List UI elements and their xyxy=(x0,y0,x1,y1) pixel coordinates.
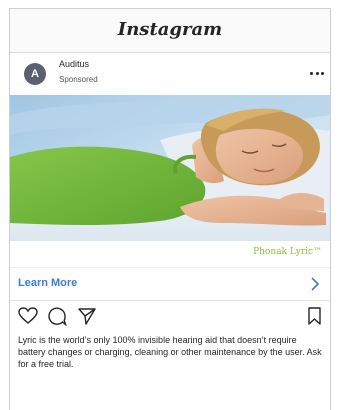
paper-plane-icon[interactable] xyxy=(78,307,96,325)
post-header: A Auditus Sponsored xyxy=(10,53,330,95)
brand-row: Phonak Lyric™ xyxy=(10,241,330,267)
learn-more-label: Learn More xyxy=(18,277,78,289)
top-bar: Instagram xyxy=(10,9,330,53)
avatar[interactable]: A xyxy=(24,63,46,85)
bookmark-icon[interactable] xyxy=(308,307,321,325)
chevron-right-icon xyxy=(311,277,320,291)
sponsored-label: Sponsored xyxy=(59,75,98,84)
sleeping-woman-photo xyxy=(10,95,330,241)
instagram-logo[interactable]: Instagram xyxy=(10,19,330,40)
post-caption: Lyric is the world’s only 100% invisible… xyxy=(18,335,322,369)
instagram-post-frame: Instagram A Auditus Sponsored Phonak Lyr… xyxy=(9,8,331,410)
brand-logo: Phonak Lyric™ xyxy=(253,247,322,257)
heart-icon[interactable] xyxy=(18,307,38,325)
more-options-icon[interactable] xyxy=(310,69,324,77)
ad-image[interactable] xyxy=(10,95,330,241)
learn-more-button[interactable]: Learn More xyxy=(10,267,330,301)
action-bar xyxy=(10,301,330,331)
account-name[interactable]: Auditus xyxy=(59,59,89,69)
comment-icon[interactable] xyxy=(48,307,67,326)
